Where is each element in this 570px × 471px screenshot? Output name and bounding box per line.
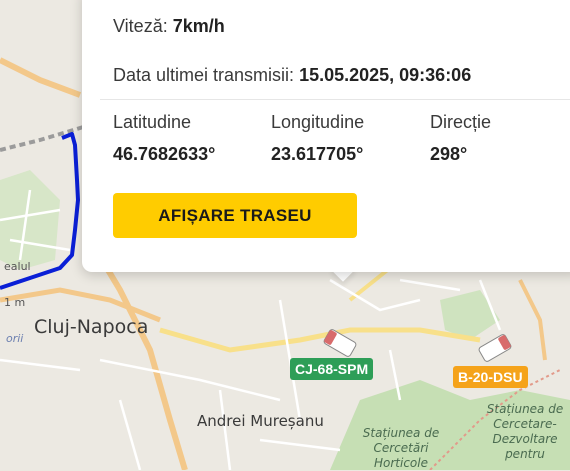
direction-value: 298° [430, 144, 468, 164]
latitude-block: Latitudine 46.7682633° [113, 112, 215, 165]
vehicle-plate-badge[interactable]: CJ-68-SPM [290, 358, 374, 380]
latitude-value: 46.7682633° [113, 144, 216, 164]
map-label-station: Stațiunea de Cercetări Horticole [362, 426, 440, 470]
last-transmission-value: 15.05.2025, 09:36:06 [299, 65, 472, 85]
map-label-city: Cluj-Napoca [34, 316, 149, 338]
vehicle-info-popup: Viteză: 7km/h Data ultimei transmisii: 1… [82, 0, 570, 272]
speed-label: Viteză: [113, 16, 168, 36]
longitude-label: Longitudine [271, 112, 365, 132]
show-route-button[interactable]: AFIȘARE TRASEU [113, 193, 357, 238]
speed-value: 7km/h [172, 16, 225, 36]
map-label-partial: orii [6, 332, 24, 345]
map-label-station: Stațiunea de Cercetare-Dezvoltare pentru [486, 402, 564, 461]
map-label-partial: ealul [4, 260, 31, 273]
last-transmission-label: Data ultimei transmisii: [113, 65, 295, 85]
vehicle-plate-badge[interactable]: B-20-DSU [453, 366, 528, 388]
latitude-label: Latitudine [113, 112, 192, 132]
map-label-partial: 1 m [4, 296, 26, 309]
direction-block: Direcție 298° [430, 112, 491, 165]
longitude-block: Longitudine 23.617705° [271, 112, 364, 165]
last-transmission-row: Data ultimei transmisii: 15.05.2025, 09:… [113, 65, 471, 86]
divider [100, 99, 570, 100]
map-label-district: Andrei Mureșanu [197, 412, 324, 430]
longitude-value: 23.617705° [271, 144, 364, 164]
speed-row: Viteză: 7km/h [113, 16, 225, 37]
direction-label: Direcție [430, 112, 492, 132]
